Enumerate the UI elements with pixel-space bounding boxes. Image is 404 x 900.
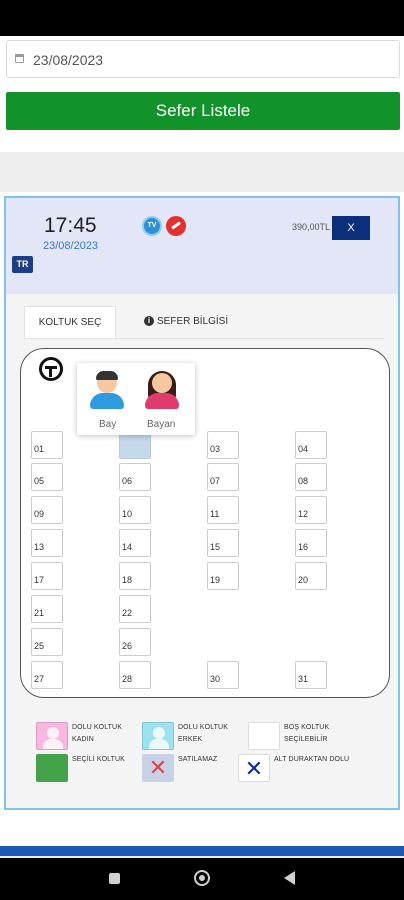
- recent-apps-icon[interactable]: [109, 873, 120, 884]
- legend-selected-swatch: [36, 754, 68, 782]
- seat[interactable]: 09: [31, 496, 63, 524]
- female-avatar-icon[interactable]: [145, 371, 179, 409]
- booking-page: 23/08/2023 Sefer Listele 17:45 23/08/202…: [0, 36, 404, 856]
- legend-not-for-sale-label: SATILAMAZ: [178, 756, 218, 763]
- female-option-label[interactable]: Bayan: [147, 419, 175, 430]
- seat[interactable]: 27: [31, 661, 63, 689]
- legend-man-swatch: [142, 722, 174, 750]
- tab-seat-select[interactable]: KOLTUK SEÇ: [24, 306, 116, 338]
- section-divider: [0, 152, 404, 192]
- close-trip-button[interactable]: X: [332, 216, 370, 240]
- seat[interactable]: 14: [119, 529, 151, 557]
- seat-selected[interactable]: [119, 431, 151, 459]
- seat[interactable]: 18: [119, 562, 151, 590]
- date-field[interactable]: 23/08/2023: [6, 40, 400, 78]
- tab-divider: [24, 338, 384, 339]
- tv-icon: TV: [142, 216, 162, 236]
- seat[interactable]: 17: [31, 562, 63, 590]
- legend-not-for-sale-swatch: ✕: [142, 754, 174, 782]
- seat[interactable]: 04: [295, 431, 327, 459]
- home-icon[interactable]: [194, 870, 210, 886]
- seat[interactable]: 28: [119, 661, 151, 689]
- info-icon: i: [144, 316, 154, 327]
- seat[interactable]: 30: [207, 661, 239, 689]
- seat[interactable]: 31: [295, 661, 327, 689]
- seat[interactable]: 13: [31, 529, 63, 557]
- seat[interactable]: 01: [31, 431, 63, 459]
- seat[interactable]: 08: [295, 463, 327, 491]
- tr-badge: TR: [12, 256, 33, 273]
- departure-time: 17:45: [44, 214, 97, 237]
- back-icon[interactable]: [284, 871, 295, 885]
- seat[interactable]: 12: [295, 496, 327, 524]
- seat[interactable]: 20: [295, 562, 327, 590]
- departure-date: 23/08/2023: [43, 240, 99, 252]
- calendar-icon: [15, 54, 24, 63]
- seat[interactable]: 07: [207, 463, 239, 491]
- legend-woman-swatch: [36, 722, 68, 750]
- seat[interactable]: 19: [207, 562, 239, 590]
- trip-card: 17:45 23/08/2023 TV 390,00TL X TR KOLTUK…: [4, 196, 400, 810]
- list-trips-button[interactable]: Sefer Listele: [6, 92, 400, 130]
- legend-lower-stop-label: ALT DURAKTAN DOLU: [274, 756, 350, 763]
- seat[interactable]: 16: [295, 529, 327, 557]
- bus-seat-map: 01 03 04 05 06 07 08 09 10 11 12 13 14 1…: [20, 348, 390, 698]
- legend-lower-stop-swatch: ✕: [238, 754, 270, 782]
- date-value: 23/08/2023: [33, 52, 104, 68]
- tab-trip-info[interactable]: i SEFER BİLGİSİ: [132, 306, 240, 338]
- seat[interactable]: 06: [119, 463, 151, 491]
- seat[interactable]: 21: [31, 595, 63, 623]
- footer-strip: [0, 846, 404, 856]
- legend-woman-label: DOLU KOLTUK KADIN: [72, 724, 122, 743]
- seat[interactable]: 26: [119, 628, 151, 656]
- steering-wheel-icon: [39, 357, 63, 381]
- status-bar: [0, 0, 404, 36]
- male-avatar-icon[interactable]: [90, 371, 124, 409]
- seat-legend: DOLU KOLTUK KADIN DOLU KOLTUK ERKEK BOŞ …: [32, 714, 392, 794]
- gender-popup: Bay Bayan: [77, 363, 195, 435]
- legend-empty-swatch: [248, 722, 280, 750]
- legend-selected-label: SEÇİLİ KOLTUK: [72, 756, 125, 763]
- seat[interactable]: 11: [207, 496, 239, 524]
- seat[interactable]: 05: [31, 463, 63, 491]
- legend-man-label: DOLU KOLTUK ERKEK: [178, 724, 228, 743]
- seat[interactable]: 10: [119, 496, 151, 524]
- male-option-label[interactable]: Bay: [99, 419, 116, 430]
- no-smoking-icon: [166, 216, 186, 236]
- trip-header: 17:45 23/08/2023 TV 390,00TL X TR: [6, 198, 398, 294]
- seat[interactable]: 03: [207, 431, 239, 459]
- seat[interactable]: 15: [207, 529, 239, 557]
- seat[interactable]: 25: [31, 628, 63, 656]
- android-nav-bar: [0, 858, 404, 900]
- trip-tabs: KOLTUK SEÇ i SEFER BİLGİSİ: [24, 306, 384, 338]
- trip-price: 390,00TL: [292, 222, 331, 232]
- legend-empty-label: BOŞ KOLTUK SEÇİLEBİLİR: [284, 724, 330, 743]
- tab-trip-info-label: SEFER BİLGİSİ: [157, 316, 229, 327]
- seat[interactable]: 22: [119, 595, 151, 623]
